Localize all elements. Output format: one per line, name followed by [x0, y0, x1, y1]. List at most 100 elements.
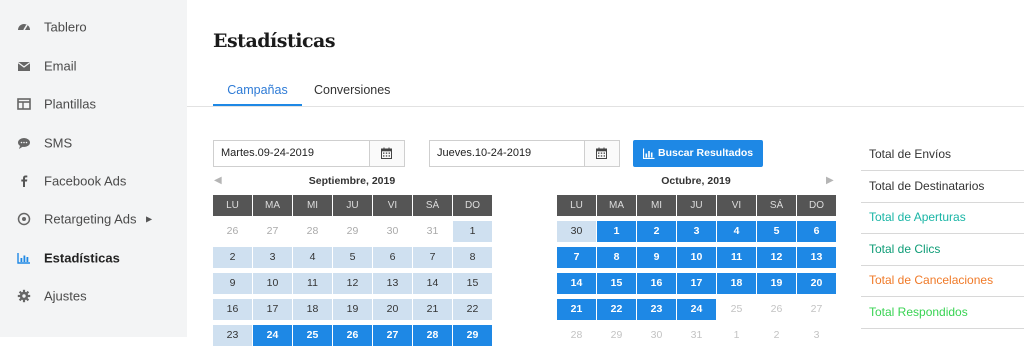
- total-row: Total de Destinatarios: [861, 171, 1024, 203]
- calendar-day[interactable]: 20: [373, 299, 412, 320]
- sidebar-item-label: Tablero: [44, 19, 87, 35]
- calendar-day[interactable]: 4: [293, 247, 332, 268]
- end-date-calendar-button[interactable]: [584, 141, 619, 166]
- calendar-day[interactable]: 6: [797, 221, 836, 242]
- calendar-day[interactable]: 3: [797, 325, 836, 346]
- tab-campanas[interactable]: Campañas: [213, 76, 302, 106]
- calendar-day[interactable]: 14: [413, 273, 452, 294]
- calendar-day[interactable]: 27: [373, 325, 412, 346]
- calendar-day[interactable]: 21: [413, 299, 452, 320]
- calendar-day[interactable]: 3: [253, 247, 292, 268]
- calendar-day[interactable]: 2: [213, 247, 252, 268]
- calendar-day[interactable]: 29: [333, 221, 372, 242]
- search-results-button[interactable]: Buscar Resultados: [633, 140, 763, 167]
- calendar-day[interactable]: 16: [637, 273, 676, 294]
- sidebar-item-ajustes[interactable]: Ajustes: [0, 277, 187, 315]
- calendar-day[interactable]: 29: [597, 325, 636, 346]
- calendar-day[interactable]: 31: [677, 325, 716, 346]
- calendar-day[interactable]: 30: [557, 221, 596, 242]
- calendar-day[interactable]: 20: [797, 273, 836, 294]
- total-row: Total de Clics: [861, 234, 1024, 266]
- calendar-day[interactable]: 7: [557, 247, 596, 268]
- calendar-day[interactable]: 8: [453, 247, 492, 268]
- envelope-icon: [17, 62, 31, 71]
- facebook-icon: [21, 175, 28, 187]
- calendar-day[interactable]: 19: [333, 299, 372, 320]
- start-date-calendar-button[interactable]: [369, 141, 404, 166]
- calendar-day[interactable]: 6: [373, 247, 412, 268]
- calendar-day[interactable]: 17: [253, 299, 292, 320]
- calendar-day[interactable]: 12: [757, 247, 796, 268]
- calendar-day[interactable]: 22: [453, 299, 492, 320]
- calendar-day[interactable]: 28: [413, 325, 452, 346]
- calendar-day[interactable]: 3: [677, 221, 716, 242]
- sidebar-item-plantillas[interactable]: Plantillas: [0, 85, 187, 123]
- sidebar-item-email[interactable]: Email: [0, 47, 187, 85]
- calendar-day[interactable]: 9: [213, 273, 252, 294]
- calendar-day[interactable]: 24: [677, 299, 716, 320]
- calendar-day[interactable]: 23: [637, 299, 676, 320]
- total-row: Total de Envíos: [861, 139, 1024, 171]
- calendar-day[interactable]: 5: [333, 247, 372, 268]
- calendar-day[interactable]: 26: [757, 299, 796, 320]
- tab-conversiones[interactable]: Conversiones: [314, 76, 390, 105]
- calendar-day[interactable]: 7: [413, 247, 452, 268]
- calendar-day[interactable]: 30: [373, 221, 412, 242]
- start-date-field[interactable]: Martes.09-24-2019: [213, 140, 405, 167]
- calendar-day[interactable]: 17: [677, 273, 716, 294]
- calendar-day[interactable]: 5: [757, 221, 796, 242]
- calendar-day[interactable]: 11: [717, 247, 756, 268]
- calendar-day[interactable]: 15: [597, 273, 636, 294]
- calendar-day[interactable]: 13: [373, 273, 412, 294]
- calendar-day[interactable]: 26: [333, 325, 372, 346]
- calendar-day[interactable]: 10: [253, 273, 292, 294]
- calendar-day[interactable]: 8: [597, 247, 636, 268]
- calendar-day[interactable]: 22: [597, 299, 636, 320]
- calendar-day[interactable]: 27: [253, 221, 292, 242]
- calendar-day[interactable]: 13: [797, 247, 836, 268]
- total-row: Total Respondidos: [861, 297, 1024, 329]
- calendar-day[interactable]: 2: [637, 221, 676, 242]
- weekday-header: JU: [333, 195, 372, 216]
- calendar-day[interactable]: 25: [293, 325, 332, 346]
- calendar-day[interactable]: 18: [717, 273, 756, 294]
- calendar-day[interactable]: 9: [637, 247, 676, 268]
- calendar-day[interactable]: 2: [757, 325, 796, 346]
- sidebar-item-sms[interactable]: SMS: [0, 124, 187, 162]
- weekday-header: MI: [293, 195, 332, 216]
- calendar-day[interactable]: 23: [213, 325, 252, 346]
- calendar-day[interactable]: 19: [757, 273, 796, 294]
- next-month-arrow-icon[interactable]: ▶: [826, 175, 834, 186]
- calendar-day[interactable]: 10: [677, 247, 716, 268]
- sidebar-item-label: Retargeting Ads: [44, 211, 137, 227]
- calendar-day[interactable]: 26: [213, 221, 252, 242]
- calendar-day[interactable]: 25: [717, 299, 756, 320]
- calendar-day[interactable]: 15: [453, 273, 492, 294]
- calendar-day[interactable]: 27: [797, 299, 836, 320]
- calendar-day[interactable]: 30: [637, 325, 676, 346]
- sidebar-item-label: SMS: [44, 135, 73, 151]
- calendar-day[interactable]: 1: [453, 221, 492, 242]
- calendar-day[interactable]: 11: [293, 273, 332, 294]
- calendar-day[interactable]: 14: [557, 273, 596, 294]
- calendar-day[interactable]: 28: [293, 221, 332, 242]
- calendar-day[interactable]: 1: [597, 221, 636, 242]
- sidebar-item-retargeting-ads[interactable]: Retargeting Ads ▶: [0, 200, 187, 238]
- end-date-field[interactable]: Jueves.10-24-2019: [429, 140, 620, 167]
- sidebar-item-estadisticas[interactable]: Estadísticas: [0, 239, 187, 277]
- calendar-day[interactable]: 21: [557, 299, 596, 320]
- calendar-day[interactable]: 24: [253, 325, 292, 346]
- calendar-day[interactable]: 18: [293, 299, 332, 320]
- calendar-day[interactable]: 4: [717, 221, 756, 242]
- sidebar-item-facebook-ads[interactable]: Facebook Ads: [0, 162, 187, 200]
- weekday-header: SÁ: [757, 195, 796, 216]
- calendar-left-title: Septiembre, 2019: [308, 175, 396, 187]
- calendar-day[interactable]: 12: [333, 273, 372, 294]
- calendar-icon: [596, 147, 607, 159]
- calendar-day[interactable]: 29: [453, 325, 492, 346]
- calendar-day[interactable]: 31: [413, 221, 452, 242]
- calendar-day[interactable]: 28: [557, 325, 596, 346]
- calendar-day[interactable]: 16: [213, 299, 252, 320]
- calendar-day[interactable]: 1: [717, 325, 756, 346]
- sidebar-item-tablero[interactable]: Tablero: [0, 8, 187, 46]
